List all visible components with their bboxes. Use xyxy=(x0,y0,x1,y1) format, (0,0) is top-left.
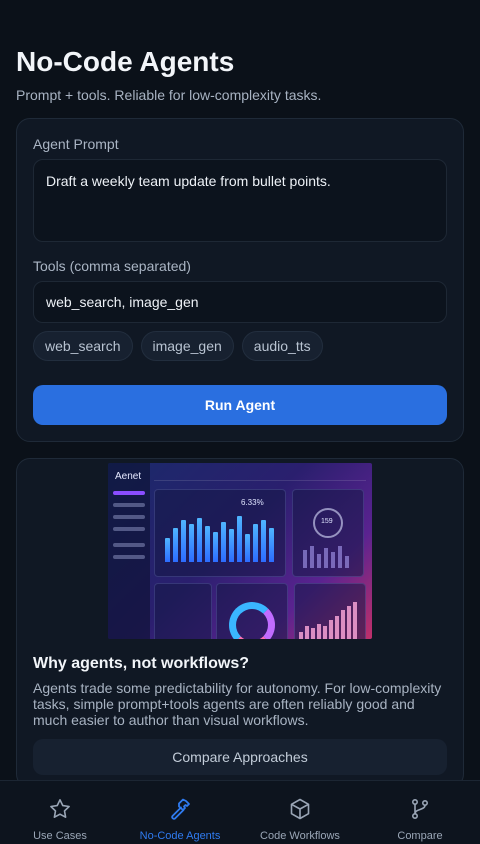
hero-topbar xyxy=(154,469,366,481)
star-icon xyxy=(48,797,72,826)
hero-mini-bar xyxy=(310,546,314,568)
tab-label: Compare xyxy=(397,830,443,842)
tool-chip-audio-tts[interactable]: audio_tts xyxy=(241,331,323,361)
prompt-textarea[interactable]: Draft a weekly team update from bullet p… xyxy=(33,159,447,242)
hero-bar xyxy=(269,528,274,562)
hero-pink-bar xyxy=(341,610,345,639)
hero-nav-item xyxy=(113,543,145,547)
hero-pink-bar xyxy=(323,626,327,639)
tool-chip-image-gen[interactable]: image_gen xyxy=(140,331,234,361)
hero-mini-bar xyxy=(331,552,335,568)
tool-chip-web-search[interactable]: web_search xyxy=(33,331,133,361)
page-subtitle: Prompt + tools. Reliable for low-complex… xyxy=(16,87,322,103)
hero-pink-bar xyxy=(299,632,303,639)
hero-donut xyxy=(229,602,275,639)
agent-form-card: Agent Prompt Draft a weekly team update … xyxy=(16,118,464,442)
hero-bar xyxy=(213,532,218,562)
hero-mini-bar xyxy=(303,550,307,568)
tab-label: Use Cases xyxy=(33,830,87,842)
hero-pink-bar xyxy=(347,606,351,639)
run-agent-button[interactable]: Run Agent xyxy=(33,385,447,425)
hero-kpi: 6.33% xyxy=(241,498,264,507)
why-agents-card: Aenet 6.33% 159 Why agents, not workflow… xyxy=(16,458,464,788)
hero-pink-bar xyxy=(335,616,339,639)
hero-bar xyxy=(173,528,178,562)
hero-mini-bar xyxy=(317,554,321,568)
hero-mini-bars xyxy=(303,544,359,568)
tab-compare[interactable]: Compare xyxy=(360,781,480,844)
hero-nav-item xyxy=(113,503,145,507)
hero-pink-bar xyxy=(311,628,315,639)
hero-bar-chart-panel: 6.33% xyxy=(154,489,286,577)
hero-nav-item xyxy=(113,527,145,531)
cube-icon xyxy=(288,797,312,826)
hero-sidebar: Aenet xyxy=(108,463,150,639)
dashboard-hero-image: Aenet 6.33% 159 xyxy=(108,463,372,639)
tab-label: Code Workflows xyxy=(260,830,340,842)
tab-use-cases[interactable]: Use Cases xyxy=(0,781,120,844)
hero-gauge-value: 159 xyxy=(321,518,333,525)
hero-bar xyxy=(197,518,202,562)
hero-line-panel xyxy=(154,583,212,639)
page-title: No-Code Agents xyxy=(16,46,235,77)
hero-pink-bar xyxy=(317,624,321,639)
git-branch-icon xyxy=(408,797,432,826)
hero-bar xyxy=(181,520,186,562)
hero-bar xyxy=(189,524,194,562)
hero-mini-bar xyxy=(345,556,349,568)
hero-pink-panel xyxy=(294,583,366,639)
hero-bar xyxy=(261,520,266,562)
hero-nav-item xyxy=(113,515,145,519)
page: No-Code Agents Prompt + tools. Reliable … xyxy=(0,0,480,844)
hero-pink-bars xyxy=(299,600,363,639)
hero-bar xyxy=(165,538,170,562)
hero-logo: Aenet xyxy=(115,471,142,482)
hero-bar xyxy=(253,524,258,562)
hero-pink-bar xyxy=(329,620,333,639)
prompt-label: Agent Prompt xyxy=(33,136,119,152)
hammer-icon xyxy=(168,797,192,826)
tool-chip-list: web_search image_gen audio_tts xyxy=(33,331,323,361)
hero-bar xyxy=(221,522,226,562)
hero-pink-bar xyxy=(353,602,357,639)
tools-label: Tools (comma separated) xyxy=(33,258,191,274)
hero-bar xyxy=(205,526,210,562)
hero-donut-panel xyxy=(216,583,288,639)
hero-bar xyxy=(237,516,242,562)
hero-pink-bar xyxy=(305,626,309,639)
hero-nav-item xyxy=(113,555,145,559)
hero-gauge-panel: 159 xyxy=(292,489,364,577)
hero-mini-bar xyxy=(338,546,342,568)
info-title: Why agents, not workflows? xyxy=(33,655,250,672)
info-body: Agents trade some predictability for aut… xyxy=(33,680,442,728)
hero-bars xyxy=(165,512,281,562)
tab-code-workflows[interactable]: Code Workflows xyxy=(240,781,360,844)
hero-mini-bar xyxy=(324,548,328,568)
tools-input[interactable]: web_search, image_gen xyxy=(33,281,447,323)
hero-bar xyxy=(245,534,250,562)
tab-label: No-Code Agents xyxy=(139,830,221,842)
hero-nav-item xyxy=(113,491,145,495)
bottom-tab-bar: Use Cases No-Code Agents Code Workflows xyxy=(0,780,480,844)
compare-approaches-button[interactable]: Compare Approaches xyxy=(33,739,447,775)
hero-bar xyxy=(229,529,234,562)
tab-no-code-agents[interactable]: No-Code Agents xyxy=(120,781,240,844)
